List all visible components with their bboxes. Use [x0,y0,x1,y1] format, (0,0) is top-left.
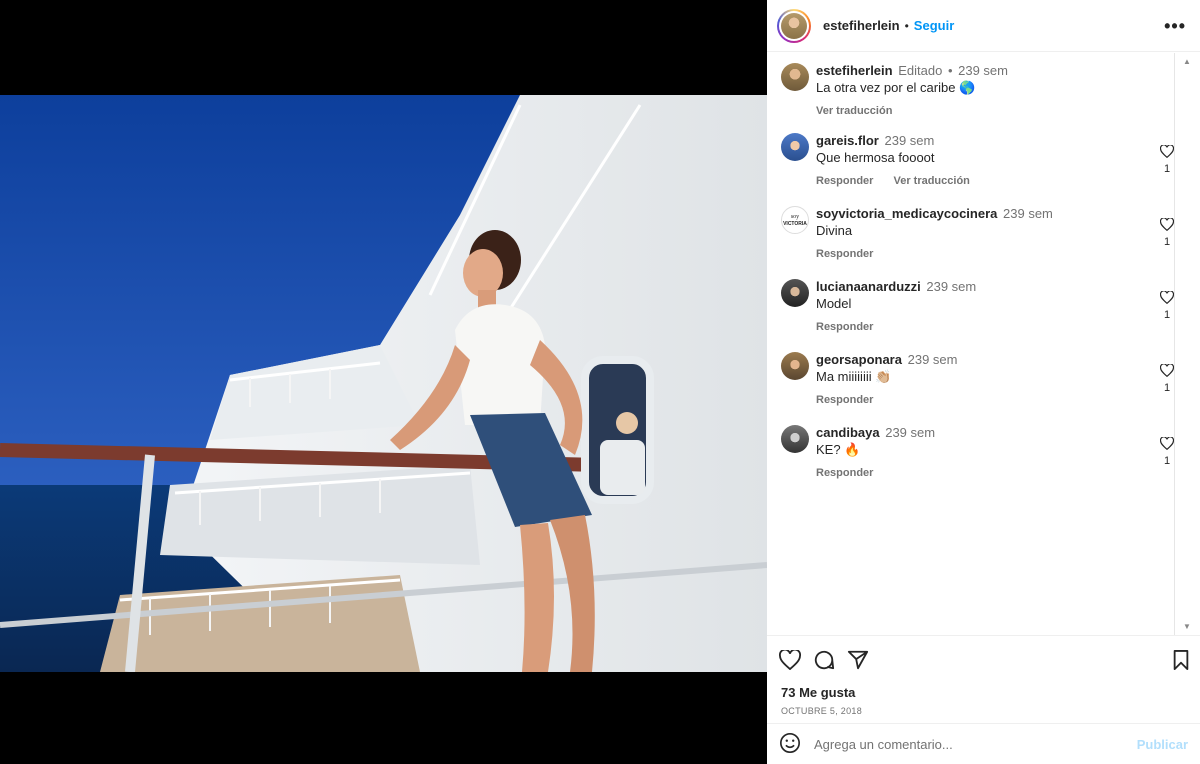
comment-item: georsaponara 239 sem Ma miiiiiiii 👏🏼 Res… [781,352,1174,406]
heart-icon[interactable] [1159,217,1174,232]
caption-translate-link[interactable]: Ver traducción [816,105,892,117]
more-options-icon[interactable]: ••• [1164,17,1186,35]
comment-username[interactable]: lucianaanarduzzi [816,279,921,294]
comment-text: Divina [816,223,853,238]
comments-scrollbar[interactable]: ▲ ▼ [1174,53,1200,635]
comment-item: gareis.flor 239 sem Que hermosa foooot R… [781,133,1174,187]
reply-button[interactable]: Responder [816,394,873,406]
post-actions-section: 73 Me gusta Octubre 5, 2018 Publicar [767,635,1200,753]
comment-item: lucianaanarduzzi 239 sem Model Responder… [781,279,1174,333]
scroll-down-arrow-icon[interactable]: ▼ [1183,622,1191,631]
comment-time[interactable]: 239 sem [908,352,958,367]
comment-time[interactable]: 239 sem [926,279,976,294]
comment-text: Que hermosa foooot [816,150,935,165]
caption-avatar[interactable] [781,63,809,91]
comment-like-count: 1 [1163,455,1171,467]
follow-button[interactable]: Seguir [914,18,954,33]
post-date[interactable]: Octubre 5, 2018 [767,706,1200,716]
post-side-panel: estefiherlein • Seguir ••• estefiherlein… [767,0,1200,764]
commenter-avatar[interactable]: soy VICTORIA [781,206,809,234]
comment-like[interactable]: 1 [1158,144,1174,175]
reply-button[interactable]: Responder [816,467,873,479]
caption-time[interactable]: 239 sem [958,63,1008,78]
comment-time[interactable]: 239 sem [884,133,934,148]
comment-username[interactable]: georsaponara [816,352,902,367]
comment-like-count: 1 [1163,382,1171,394]
post-photo[interactable] [0,95,767,672]
comment-like[interactable]: 1 [1158,363,1174,394]
caption-separator: • [947,63,953,78]
heart-icon[interactable] [1159,290,1174,305]
scroll-up-arrow-icon[interactable]: ▲ [1183,57,1191,66]
author-avatar-story-ring[interactable] [777,8,811,43]
comment-time[interactable]: 239 sem [885,425,935,440]
comment-text: KE? 🔥 [816,442,861,457]
author-avatar [781,12,807,39]
comment-item: soy VICTORIA soyvictoria_medicaycocinera … [781,206,1174,260]
reply-button[interactable]: Responder [816,248,873,260]
post-header: estefiherlein • Seguir ••• [767,0,1200,52]
action-icons-row [767,636,1200,684]
caption-username[interactable]: estefiherlein [816,63,893,78]
edited-label: Editado [898,63,943,78]
comment-like-count: 1 [1163,309,1171,321]
comment-like-count: 1 [1163,163,1171,175]
bookmark-icon[interactable] [1172,650,1190,670]
heart-icon[interactable] [1159,144,1174,159]
translate-link[interactable]: Ver traducción [893,175,969,187]
reply-button[interactable]: Responder [816,321,873,333]
commenter-avatar[interactable] [781,425,809,453]
comment-text: Ma miiiiiiii 👏🏼 [816,369,892,384]
publish-button[interactable]: Publicar [1137,737,1188,752]
comment-username[interactable]: soyvictoria_medicaycocinera [816,206,997,221]
reply-button[interactable]: Responder [816,175,873,187]
comment-username[interactable]: gareis.flor [816,133,879,148]
comment-text: Model [816,296,852,311]
commenter-avatar[interactable] [781,279,809,307]
comment-like-count: 1 [1163,236,1171,248]
heart-icon[interactable] [1159,436,1174,451]
svg-text:VICTORIA: VICTORIA [783,221,807,227]
commenter-logo: soyVICTORIA [783,214,807,227]
caption-text: La otra vez por el caribe 🌎 [816,80,976,95]
comment-input[interactable] [814,737,1137,752]
author-username[interactable]: estefiherlein [823,18,900,33]
like-heart-icon[interactable] [779,650,801,670]
likes-count[interactable]: 73 Me gusta [767,685,1200,700]
comment-like[interactable]: 1 [1158,217,1174,248]
comment-item: candibaya 239 sem KE? 🔥 Responder 1 [781,425,1174,479]
emoji-icon[interactable] [779,732,801,757]
comments-list[interactable]: estefiherlein Editado • 239 sem La otra … [767,53,1174,635]
media-pane [0,0,767,764]
add-comment-bar: Publicar [767,723,1200,764]
comment-time[interactable]: 239 sem [1003,206,1053,221]
commenter-avatar[interactable] [781,133,809,161]
share-paper-plane-icon[interactable] [847,649,869,671]
caption: estefiherlein Editado • 239 sem La otra … [781,63,1171,117]
svg-text:soy: soy [791,214,799,220]
comment-like[interactable]: 1 [1158,290,1174,321]
header-separator: • [904,18,909,33]
comment-username[interactable]: candibaya [816,425,880,440]
commenter-avatar[interactable] [781,352,809,380]
comment-like[interactable]: 1 [1158,436,1174,467]
heart-icon[interactable] [1159,363,1174,378]
comment-bubble-icon[interactable] [813,649,835,671]
